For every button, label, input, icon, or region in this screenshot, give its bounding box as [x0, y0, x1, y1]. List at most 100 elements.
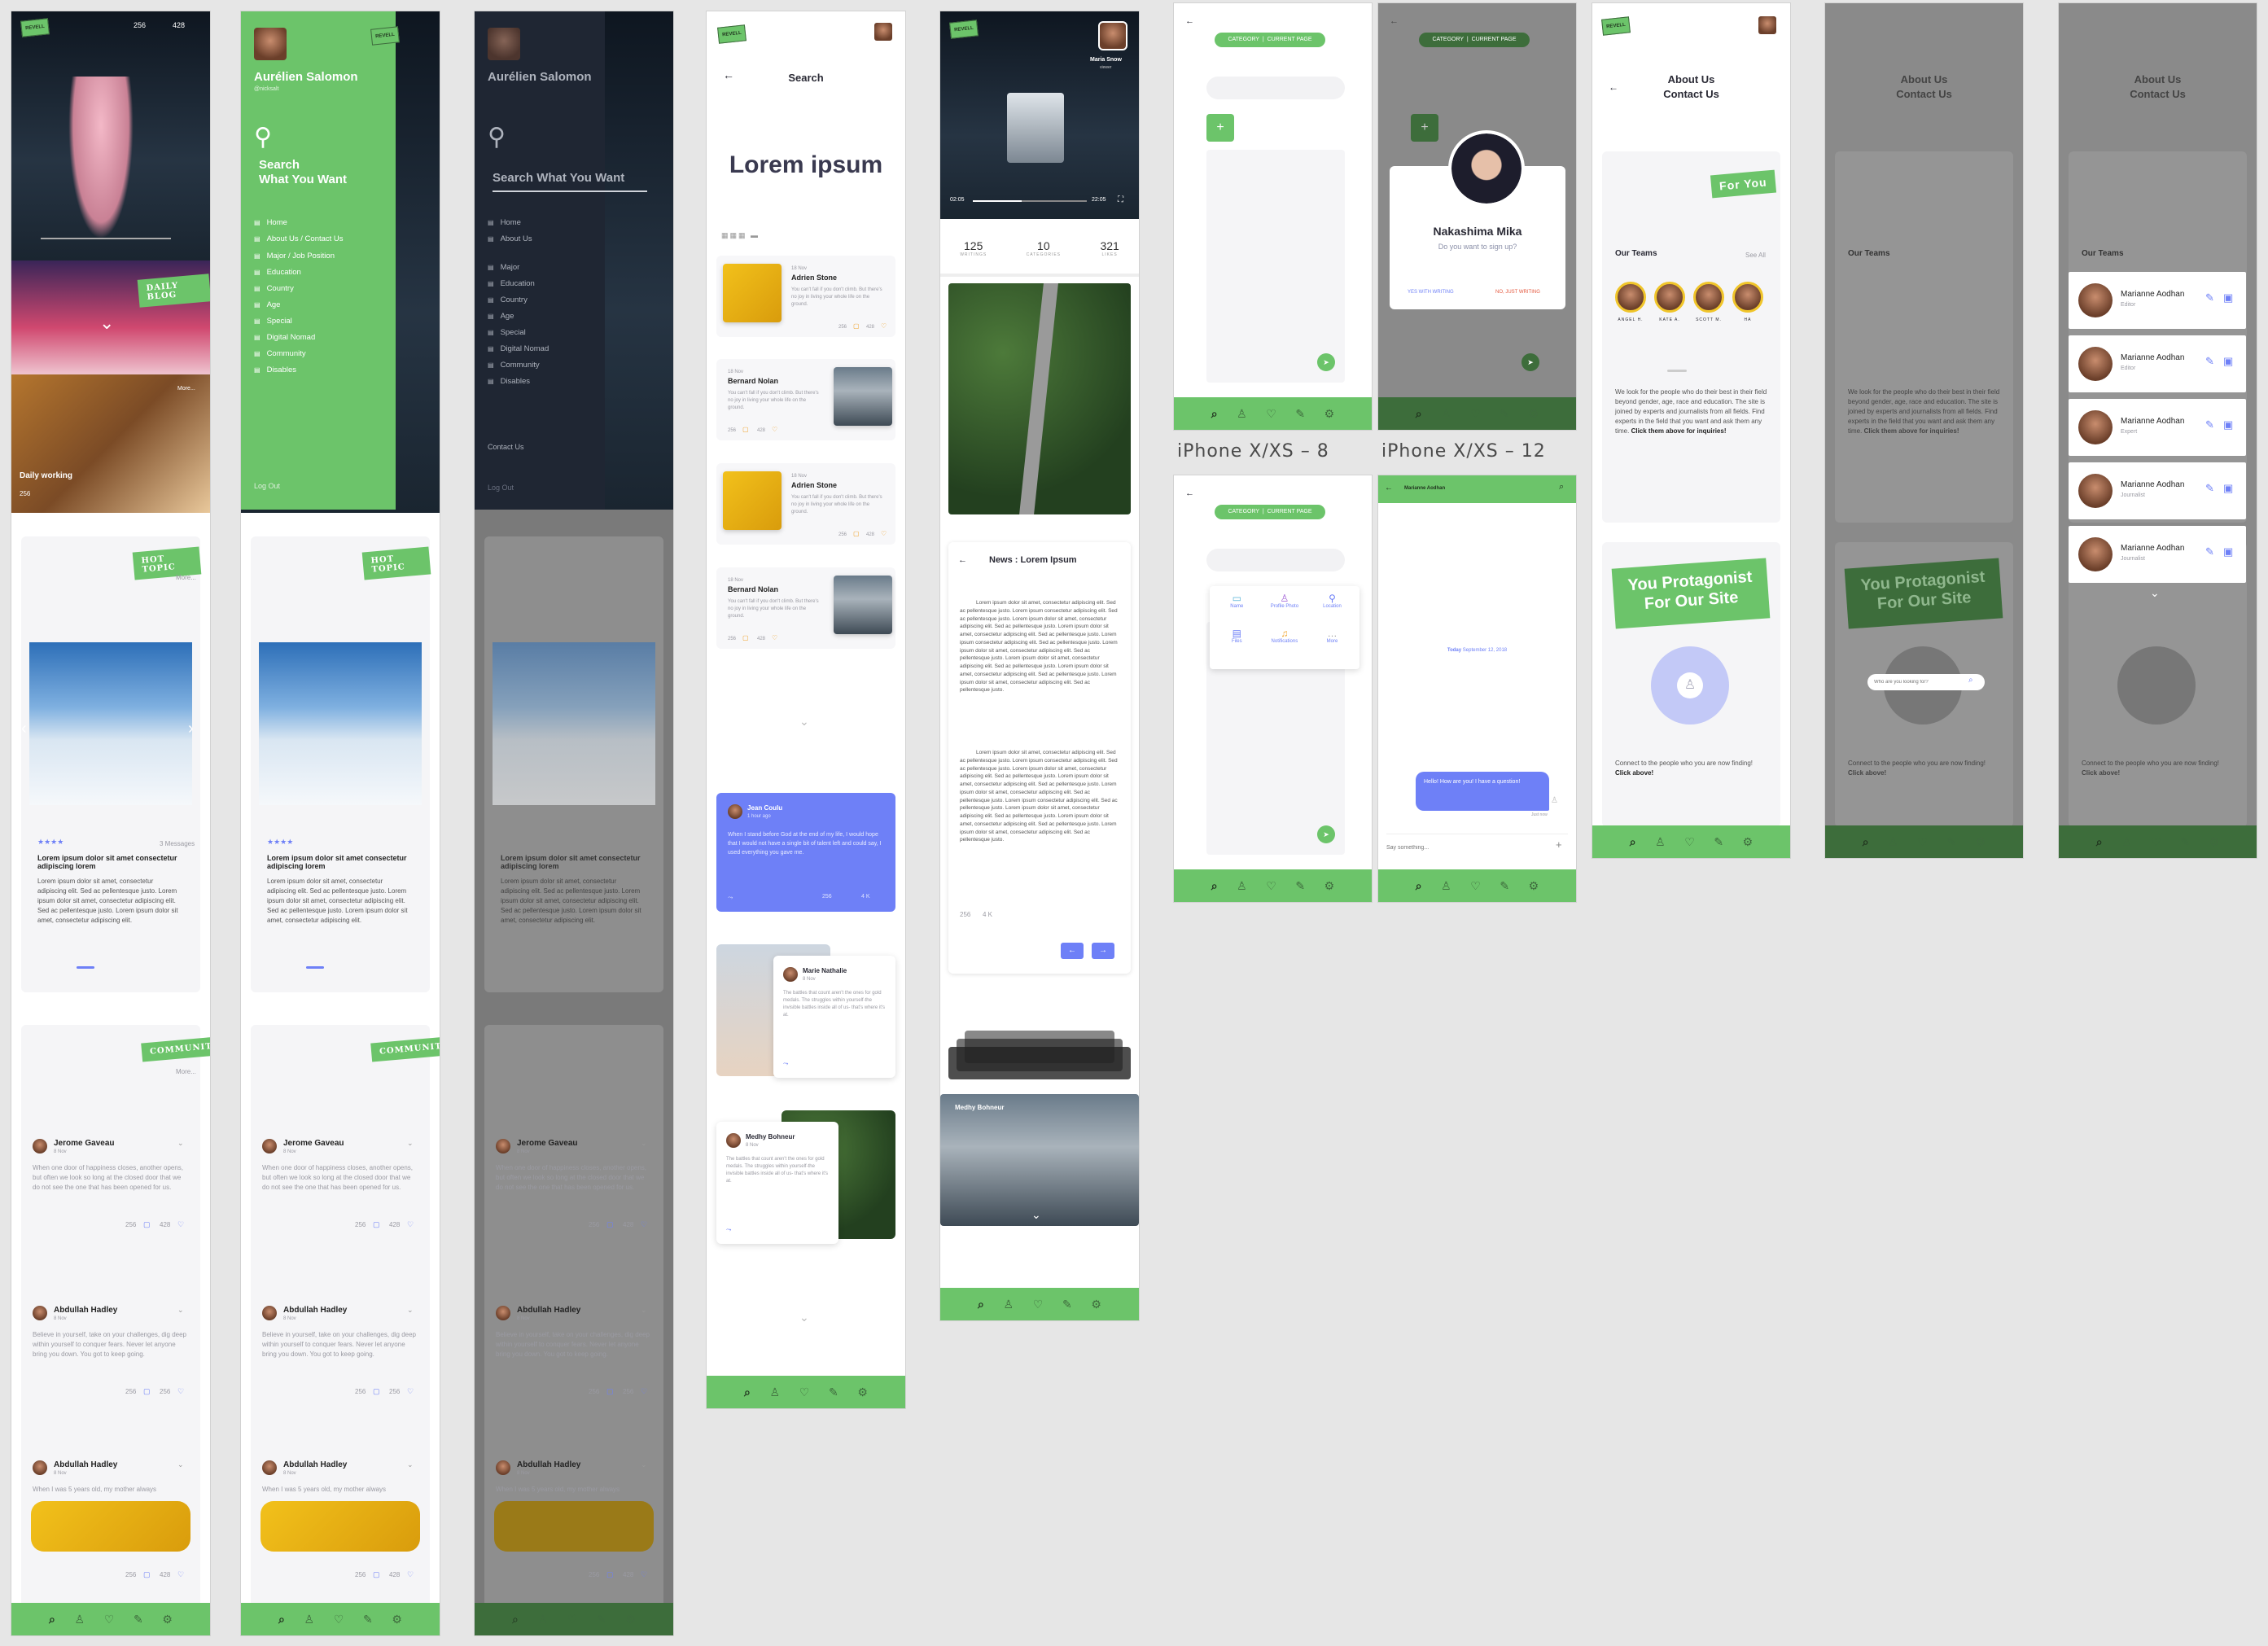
chevron-right-icon[interactable]: › [188, 720, 194, 738]
search-result-card[interactable]: 18 Nov Bernard Nolan You can't fall if you… [716, 567, 895, 649]
chevron-down-icon[interactable]: ⌄ [407, 1306, 414, 1315]
heart-icon[interactable]: ♡ [641, 1570, 647, 1579]
menu-item[interactable]: ▤ Age [254, 300, 392, 309]
user-icon[interactable]: ♙ [304, 1613, 315, 1625]
team-member[interactable]: SCOTT M. [1693, 282, 1724, 322]
hot-topic-card[interactable]: HOT TOPIC More... ‹ › ★★★★ 3 Messages Lo… [21, 536, 202, 992]
edit-icon[interactable]: ✎ [597, 1613, 606, 1625]
back-arrow-icon[interactable]: ← [1185, 16, 1194, 26]
comment-icon[interactable]: ▢ [742, 634, 749, 641]
search-icon[interactable]: ⚲ [254, 125, 272, 150]
app-logo[interactable]: REVELL [370, 26, 400, 46]
heart-icon[interactable]: ♡ [1470, 880, 1481, 891]
attach-option[interactable]: ⚲ Location [1308, 593, 1356, 621]
profile-card-icon[interactable]: ▣ [2223, 291, 2233, 304]
menu-item[interactable]: ▤ About Us [488, 234, 602, 243]
comment-icon[interactable]: ▢ [143, 1220, 151, 1229]
chevron-left-icon[interactable]: ‹ [21, 720, 27, 738]
view-toggle-icon[interactable]: ▦▦▦ ▬ [721, 231, 760, 240]
search-result-card[interactable]: 18 Nov Adrien Stone You can't fall if you … [716, 256, 895, 337]
person-row[interactable]: Marianne Aodhan Journalist ✎ ▣ [2069, 462, 2246, 519]
share-icon[interactable]: ⤳ [726, 1226, 731, 1234]
comment-icon[interactable]: ▢ [742, 426, 749, 433]
menu-item[interactable]: ▤ Disables [254, 366, 392, 374]
chevron-down-icon[interactable]: ⌄ [177, 1460, 184, 1469]
next-button[interactable]: → [1092, 943, 1114, 959]
title-input[interactable] [1206, 77, 1345, 99]
chevron-down-icon[interactable]: ⌄ [407, 1139, 414, 1148]
menu-item[interactable]: ▤ Country [488, 295, 602, 304]
settings-icon[interactable]: ⚙ [1529, 880, 1539, 891]
edit-icon[interactable]: ✎ [1295, 408, 1305, 419]
edit-icon[interactable]: ✎ [829, 1386, 838, 1398]
edit-icon[interactable]: ✎ [1500, 408, 1509, 419]
user-icon[interactable]: ♙ [2121, 836, 2132, 847]
menu-item[interactable]: ▤ Country [254, 284, 392, 293]
people-search-input[interactable] [1874, 676, 1964, 688]
settings-icon[interactable]: ⚙ [1529, 408, 1539, 419]
comment-icon[interactable]: ▢ [143, 1570, 151, 1579]
comment-icon[interactable]: ▢ [853, 530, 860, 537]
add-icon[interactable]: + [1556, 838, 1562, 851]
user-icon[interactable]: ♙ [1441, 880, 1451, 891]
heart-icon[interactable]: ♡ [1266, 880, 1276, 891]
people-search-bar[interactable]: ⌕ [1867, 674, 1985, 690]
category-pill[interactable]: CATEGORY | CURRENT PAGE [1215, 505, 1325, 519]
stat-item[interactable]: 321 LIKES [1100, 239, 1119, 257]
search-icon[interactable]: ⌕ [1559, 482, 1564, 492]
avatar[interactable] [488, 28, 520, 60]
attach-option[interactable]: ♫ Notifications [1261, 628, 1309, 656]
chevron-down-icon[interactable]: ⌄ [641, 1460, 647, 1469]
chevron-down-icon[interactable]: ⌄ [799, 1311, 809, 1324]
person-row[interactable]: Marianne Aodhan Editor ✎ ▣ [2069, 335, 2246, 392]
team-member[interactable]: KATE A. [1654, 282, 1685, 322]
search-icon[interactable]: ⌕ [512, 1613, 519, 1625]
menu-item[interactable]: ▤ Education [488, 279, 602, 288]
settings-icon[interactable]: ⚙ [1091, 1298, 1101, 1310]
chevron-down-icon[interactable]: ⌄ [799, 715, 809, 729]
search-icon[interactable]: ⌕ [278, 1613, 285, 1625]
hot-topic-card[interactable]: Lorem ipsum dolor sit amet consectetur a… [484, 536, 663, 992]
avatar[interactable] [1098, 21, 1127, 50]
comment-icon[interactable]: ▢ [373, 1387, 380, 1396]
comment-icon[interactable]: ▢ [606, 1570, 614, 1579]
user-icon[interactable]: ♙ [1237, 880, 1247, 891]
chat-input[interactable] [1386, 838, 1549, 856]
category-pill[interactable]: CATEGORY | CURRENT PAGE [1215, 33, 1325, 47]
search-icon[interactable]: ⌕ [1211, 880, 1218, 891]
title-input[interactable] [1206, 549, 1345, 571]
avatar[interactable] [254, 28, 287, 60]
settings-icon[interactable]: ⚙ [1324, 880, 1335, 891]
logout-link[interactable]: Log Out [488, 484, 514, 492]
menu-item[interactable]: ▤ Major / Job Position [254, 252, 392, 260]
settings-icon[interactable]: ⚙ [1976, 836, 1986, 847]
send-button[interactable]: ➤ [1317, 825, 1335, 843]
user-icon[interactable]: ♙ [75, 1613, 85, 1625]
heart-icon[interactable]: ♡ [1917, 836, 1928, 847]
avatar[interactable] [496, 1460, 510, 1475]
search-icon[interactable]: ⌕ [1863, 836, 1869, 847]
share-icon[interactable]: ⤳ [783, 1060, 788, 1068]
daily-more[interactable]: More... [177, 386, 195, 392]
avatar[interactable] [496, 1306, 510, 1320]
chevron-down-icon[interactable]: ⌄ [1031, 1208, 1041, 1222]
signup-no-button[interactable]: NO, JUST WRITING [1495, 290, 1540, 295]
heart-icon[interactable]: ♡ [1470, 408, 1481, 419]
avatar[interactable] [1758, 16, 1776, 34]
search-icon[interactable]: ⌕ [744, 1386, 751, 1398]
avatar[interactable] [874, 23, 892, 41]
comment-icon[interactable]: ▢ [606, 1387, 614, 1396]
app-logo[interactable]: REVELL [20, 18, 50, 37]
edit-icon[interactable]: ✎ [2205, 418, 2214, 431]
heart-icon[interactable]: ♡ [772, 426, 777, 433]
heart-icon[interactable]: ♡ [881, 322, 887, 330]
fullscreen-icon[interactable]: ⛶ [1118, 195, 1123, 204]
chevron-down-icon[interactable]: ⌄ [2150, 586, 2160, 600]
heart-icon[interactable]: ♡ [641, 1387, 647, 1396]
heart-icon[interactable]: ♡ [407, 1387, 414, 1396]
menu-item[interactable]: ▤ Home [254, 218, 392, 227]
comment-card-highlight[interactable]: Jean Coulu 1 hour ago When I stand befor… [716, 793, 895, 912]
profile-card-icon[interactable]: ▣ [2223, 418, 2233, 431]
person-row[interactable]: Marianne Aodhan Editor ✎ ▣ [2069, 272, 2246, 329]
avatar[interactable] [262, 1460, 277, 1475]
